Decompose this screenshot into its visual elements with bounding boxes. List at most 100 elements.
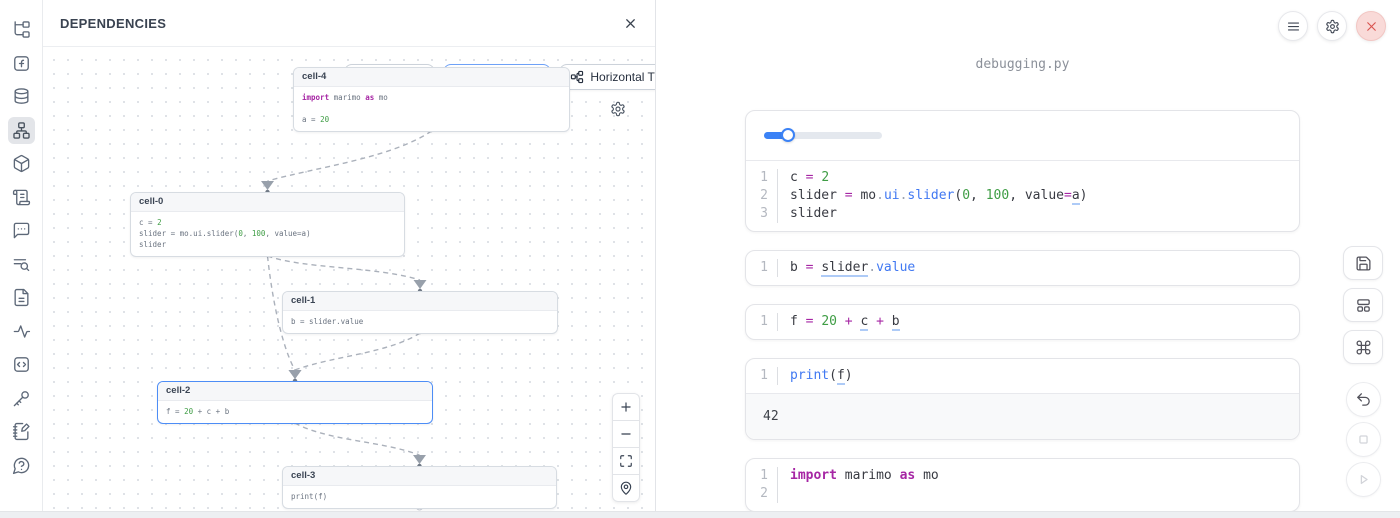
cell-editor[interactable]: 1f = 20 + c + b xyxy=(746,305,1299,339)
line-number: 3 xyxy=(746,205,777,223)
notebook-cells: 1c = 22slider = mo.ui.slider(0, 100, val… xyxy=(745,110,1300,512)
list-search-icon xyxy=(12,255,31,274)
sidebar-item-chat[interactable] xyxy=(8,217,35,244)
sidebar-item-secrets[interactable] xyxy=(8,385,35,412)
database-icon xyxy=(12,87,31,106)
cell-editor[interactable]: 1import marimo as mo2 xyxy=(746,459,1299,511)
interrupt-button[interactable] xyxy=(1346,422,1381,457)
notebook-cell-3: 1f = 20 + c + b xyxy=(745,304,1300,340)
sidebar-item-variables[interactable] xyxy=(8,50,35,77)
save-notebook-button[interactable] xyxy=(1343,246,1383,280)
cell-editor[interactable]: 1b = slider.value xyxy=(746,251,1299,285)
line-number: 1 xyxy=(746,313,777,331)
keyboard-shortcuts-button[interactable] xyxy=(1343,330,1383,364)
command-icon xyxy=(1355,339,1372,356)
notebook-settings-button[interactable] xyxy=(1317,11,1347,41)
notebook-cell-5: 1import marimo as mo2 xyxy=(745,458,1300,512)
cell-output: 42 xyxy=(746,393,1299,439)
graph-node-cell-1[interactable]: cell-1b = slider.value xyxy=(282,291,558,334)
shutdown-button[interactable] xyxy=(1356,11,1386,41)
zoom-in-button[interactable] xyxy=(612,393,640,421)
line-number: 2 xyxy=(746,187,777,205)
sidebar-item-documentation[interactable] xyxy=(8,184,35,211)
helper-sidebar xyxy=(0,0,43,518)
htree-icon xyxy=(570,70,584,84)
sidebar-item-scratchpad[interactable] xyxy=(8,418,35,445)
zoom-out-button[interactable] xyxy=(612,420,640,448)
notebook-icon xyxy=(12,422,31,441)
slider-thumb[interactable] xyxy=(781,128,795,142)
sidebar-item-help[interactable] xyxy=(8,452,35,479)
minus-icon xyxy=(619,427,633,441)
graph-node-title: cell-3 xyxy=(283,467,556,486)
graph-node-title: cell-4 xyxy=(294,68,569,87)
line-number: 1 xyxy=(746,467,777,485)
close-icon xyxy=(623,16,638,31)
undo-icon xyxy=(1355,391,1372,408)
gear-icon xyxy=(610,101,626,117)
notebook-menu-button[interactable] xyxy=(1278,11,1308,41)
graph-settings-button[interactable] xyxy=(610,101,626,117)
graph-node-cell-4[interactable]: cell-4import marimo as mo a = 20 xyxy=(293,67,570,132)
graph-node-title: cell-1 xyxy=(283,292,557,311)
function-icon xyxy=(12,54,31,73)
layout-icon xyxy=(1355,297,1372,314)
sidebar-item-file-tree[interactable] xyxy=(8,16,35,43)
close-panel-button[interactable] xyxy=(623,16,638,31)
center-view-button[interactable] xyxy=(612,474,640,502)
sidebar-item-logs[interactable] xyxy=(8,251,35,278)
help-icon xyxy=(12,456,31,475)
undo-button[interactable] xyxy=(1346,382,1381,417)
sidebar-item-dependencies[interactable] xyxy=(8,117,35,144)
chat-icon xyxy=(12,221,31,240)
line-number: 1 xyxy=(746,367,777,385)
sidebar-item-data-sources[interactable] xyxy=(8,83,35,110)
line-number: 1 xyxy=(746,169,777,187)
graph-node-code: c = 2slider = mo.ui.slider(0, 100, value… xyxy=(131,212,404,256)
close-icon xyxy=(1364,19,1379,34)
menu-icon xyxy=(1286,19,1301,34)
slider-track[interactable] xyxy=(764,132,882,139)
line-number: 1 xyxy=(746,259,777,277)
plus-icon xyxy=(619,400,633,414)
gear-icon xyxy=(1325,19,1340,34)
marimo-app: DEPENDENCIES Mini MapVertical TreeHorizo… xyxy=(0,0,1400,518)
dependencies-title: DEPENDENCIES xyxy=(60,16,166,31)
graph-zoom-controls xyxy=(612,393,640,502)
graph-node-cell-2[interactable]: cell-2f = 20 + c + b xyxy=(157,381,433,424)
graph-node-cell-3[interactable]: cell-3print(f) xyxy=(282,466,557,509)
activity-icon xyxy=(12,322,31,341)
key-icon xyxy=(12,389,31,408)
sidebar-item-snippets[interactable] xyxy=(8,351,35,378)
slider-output xyxy=(746,111,1299,161)
notebook-panel: debugging.py 1c = 22slider = mo.ui.slide… xyxy=(656,0,1400,518)
sidebar-item-tracing[interactable] xyxy=(8,318,35,345)
dependencies-panel: DEPENDENCIES Mini MapVertical TreeHorizo… xyxy=(43,0,656,518)
notebook-topbar xyxy=(1278,11,1386,41)
view-button-horizontal-tree[interactable]: Horizontal Tree xyxy=(559,64,655,90)
pin-icon xyxy=(619,481,633,495)
tree-icon xyxy=(12,20,31,39)
horizontal-scrollbar[interactable] xyxy=(0,511,1400,518)
toggle-layout-button[interactable] xyxy=(1343,288,1383,322)
graph-node-code: f = 20 + c + b xyxy=(158,401,432,423)
scroll-icon xyxy=(12,188,31,207)
graph-node-code: print(f) xyxy=(283,486,556,508)
graph-node-cell-0[interactable]: cell-0c = 2slider = mo.ui.slider(0, 100,… xyxy=(130,192,405,257)
graph-node-title: cell-0 xyxy=(131,193,404,212)
graph-node-title: cell-2 xyxy=(158,382,432,401)
dependency-graph[interactable]: Mini MapVertical TreeHorizontal Tree cel… xyxy=(43,47,655,511)
sidebar-item-packages[interactable] xyxy=(8,150,35,177)
sidebar-item-files[interactable] xyxy=(8,284,35,311)
play-icon xyxy=(1355,471,1372,488)
cell-editor[interactable]: 1print(f) xyxy=(746,359,1299,393)
run-cells-button[interactable] xyxy=(1346,462,1381,497)
notebook-cell-4: 1print(f)42 xyxy=(745,358,1300,440)
maximize-icon xyxy=(619,454,633,468)
cell-editor[interactable]: 1c = 22slider = mo.ui.slider(0, 100, val… xyxy=(746,161,1299,231)
fit-view-button[interactable] xyxy=(612,447,640,475)
file-icon xyxy=(12,288,31,307)
dependencies-header: DEPENDENCIES xyxy=(43,0,655,47)
notebook-cell-1: 1c = 22slider = mo.ui.slider(0, 100, val… xyxy=(745,110,1300,232)
notebook-action-buttons xyxy=(1343,246,1383,502)
